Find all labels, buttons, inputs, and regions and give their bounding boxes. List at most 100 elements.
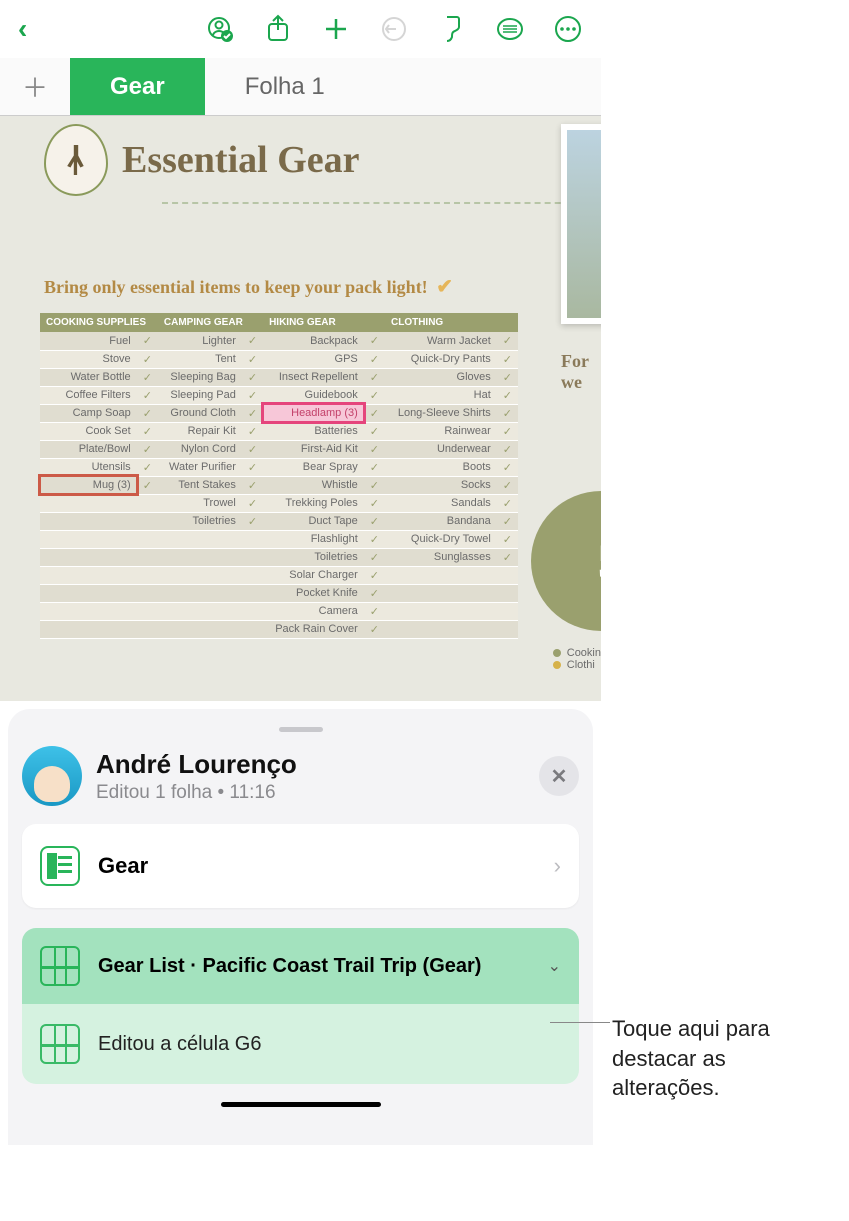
checkbox-cell[interactable]: ✓ <box>364 332 385 350</box>
checkbox-cell[interactable]: ✓ <box>137 368 158 386</box>
tab-folha1[interactable]: Folha 1 <box>205 58 365 115</box>
table-row[interactable]: Camp Soap✓Ground Cloth✓Headlamp (3)✓Long… <box>40 404 518 422</box>
table-row[interactable]: Toiletries✓Duct Tape✓Bandana✓ <box>40 512 518 530</box>
back-button[interactable]: ‹ <box>18 13 27 45</box>
table-cell[interactable]: Socks <box>385 476 497 494</box>
table-cell[interactable] <box>40 584 137 602</box>
table-row[interactable]: Solar Charger✓ <box>40 566 518 584</box>
table-cell[interactable]: Quick-Dry Pants <box>385 350 497 368</box>
checkbox-cell[interactable]: ✓ <box>364 350 385 368</box>
table-cell[interactable] <box>158 566 242 584</box>
checkbox-cell[interactable]: ✓ <box>242 368 263 386</box>
checkbox-cell[interactable] <box>137 494 158 512</box>
more-icon[interactable] <box>553 14 583 44</box>
checkbox-cell[interactable] <box>137 512 158 530</box>
checkbox-cell[interactable]: ✓ <box>242 494 263 512</box>
table-cell[interactable]: Water Purifier <box>158 458 242 476</box>
table-cell[interactable]: Tent Stakes <box>158 476 242 494</box>
checkbox-cell[interactable]: ✓ <box>242 404 263 422</box>
table-cell[interactable] <box>158 602 242 620</box>
checkbox-cell[interactable]: ✓ <box>364 494 385 512</box>
table-cell[interactable]: Camera <box>263 602 364 620</box>
table-cell[interactable]: Quick-Dry Towel <box>385 530 497 548</box>
table-row[interactable]: Pack Rain Cover✓ <box>40 620 518 638</box>
add-sheet-button[interactable]: ＋ <box>0 68 70 105</box>
table-cell[interactable]: Headlamp (3) <box>263 404 364 422</box>
table-cell[interactable] <box>158 620 242 638</box>
table-cell[interactable] <box>40 548 137 566</box>
table-cell[interactable] <box>40 566 137 584</box>
table-cell[interactable] <box>158 548 242 566</box>
sheet-card[interactable]: Gear › <box>22 824 579 908</box>
checkbox-cell[interactable]: ✓ <box>497 530 518 548</box>
checkbox-cell[interactable] <box>242 530 263 548</box>
table-cell[interactable]: Utensils <box>40 458 137 476</box>
checkbox-cell[interactable]: ✓ <box>364 476 385 494</box>
checkbox-cell[interactable]: ✓ <box>497 350 518 368</box>
table-cell[interactable]: Trekking Poles <box>263 494 364 512</box>
collaboration-icon[interactable] <box>205 14 235 44</box>
checkbox-cell[interactable]: ✓ <box>137 476 158 494</box>
checkbox-cell[interactable]: ✓ <box>497 386 518 404</box>
table-cell[interactable]: Bear Spray <box>263 458 364 476</box>
checkbox-cell[interactable]: ✓ <box>137 422 158 440</box>
table-row[interactable]: Camera✓ <box>40 602 518 620</box>
table-cell[interactable]: Backpack <box>263 332 364 350</box>
table-cell[interactable] <box>40 620 137 638</box>
table-cell[interactable]: Sandals <box>385 494 497 512</box>
table-cell[interactable]: Rainwear <box>385 422 497 440</box>
table-row[interactable]: Trowel✓Trekking Poles✓Sandals✓ <box>40 494 518 512</box>
checkbox-cell[interactable]: ✓ <box>137 332 158 350</box>
table-cell[interactable]: Cook Set <box>40 422 137 440</box>
table-cell[interactable]: Underwear <box>385 440 497 458</box>
checkbox-cell[interactable]: ✓ <box>497 476 518 494</box>
checkbox-cell[interactable]: ✓ <box>137 386 158 404</box>
table-row[interactable]: Fuel✓Lighter✓Backpack✓Warm Jacket✓ <box>40 332 518 350</box>
checkbox-cell[interactable]: ✓ <box>497 512 518 530</box>
table-cell[interactable]: Stove <box>40 350 137 368</box>
table-cell[interactable]: Batteries <box>263 422 364 440</box>
gear-table[interactable]: COOKING SUPPLIESCAMPING GEARHIKING GEARC… <box>40 313 518 639</box>
checkbox-cell[interactable]: ✓ <box>242 440 263 458</box>
checkbox-cell[interactable]: ✓ <box>497 494 518 512</box>
table-cell[interactable]: Camp Soap <box>40 404 137 422</box>
checkbox-cell[interactable] <box>137 566 158 584</box>
checkbox-cell[interactable] <box>242 548 263 566</box>
checkbox-cell[interactable]: ✓ <box>242 350 263 368</box>
checkbox-cell[interactable]: ✓ <box>364 386 385 404</box>
checkbox-cell[interactable]: ✓ <box>242 458 263 476</box>
checkbox-cell[interactable] <box>497 620 518 638</box>
checkbox-cell[interactable]: ✓ <box>364 620 385 638</box>
checkbox-cell[interactable]: ✓ <box>364 440 385 458</box>
table-cell[interactable]: Tent <box>158 350 242 368</box>
checkbox-cell[interactable]: ✓ <box>497 458 518 476</box>
checkbox-cell[interactable]: ✓ <box>364 566 385 584</box>
checkbox-cell[interactable]: ✓ <box>364 602 385 620</box>
checkbox-cell[interactable]: ✓ <box>497 332 518 350</box>
checkbox-cell[interactable] <box>242 566 263 584</box>
checkbox-cell[interactable]: ✓ <box>137 440 158 458</box>
share-icon[interactable] <box>263 14 293 44</box>
checkbox-cell[interactable]: ✓ <box>364 422 385 440</box>
table-cell[interactable]: Solar Charger <box>263 566 364 584</box>
table-cell[interactable]: Mug (3) <box>40 476 137 494</box>
checkbox-cell[interactable] <box>242 584 263 602</box>
checkbox-cell[interactable]: ✓ <box>137 350 158 368</box>
checkbox-cell[interactable]: ✓ <box>364 458 385 476</box>
checkbox-cell[interactable] <box>242 602 263 620</box>
table-cell[interactable] <box>385 584 497 602</box>
checkbox-cell[interactable] <box>497 602 518 620</box>
table-row[interactable]: Toiletries✓Sunglasses✓ <box>40 548 518 566</box>
checkbox-cell[interactable]: ✓ <box>137 404 158 422</box>
checkbox-cell[interactable]: ✓ <box>137 458 158 476</box>
table-cell[interactable] <box>40 494 137 512</box>
table-row[interactable]: Pocket Knife✓ <box>40 584 518 602</box>
checkbox-cell[interactable] <box>137 584 158 602</box>
table-row[interactable]: Coffee Filters✓Sleeping Pad✓Guidebook✓Ha… <box>40 386 518 404</box>
checkbox-cell[interactable]: ✓ <box>242 512 263 530</box>
table-cell[interactable]: Bandana <box>385 512 497 530</box>
table-cell[interactable] <box>385 620 497 638</box>
table-cell[interactable]: Pack Rain Cover <box>263 620 364 638</box>
table-cell[interactable]: Pocket Knife <box>263 584 364 602</box>
table-row[interactable]: Water Bottle✓Sleeping Bag✓Insect Repelle… <box>40 368 518 386</box>
